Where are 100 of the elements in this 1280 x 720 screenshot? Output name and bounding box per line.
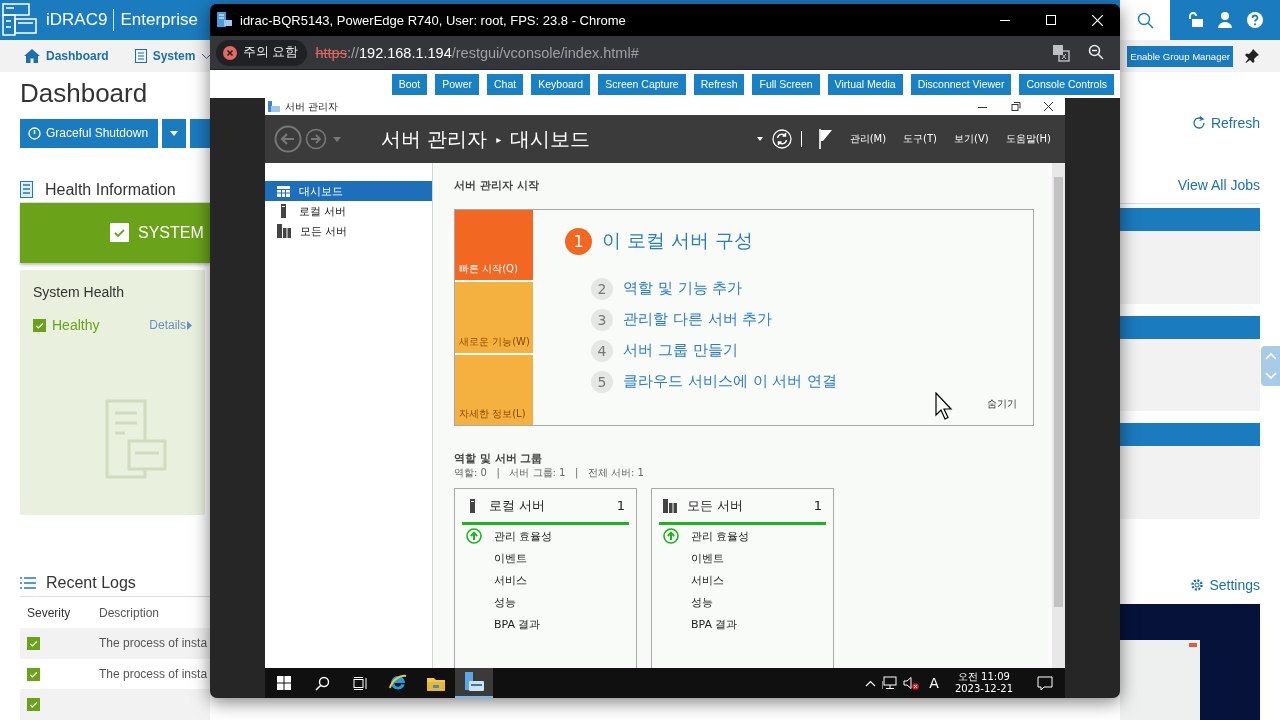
quick-start-tab[interactable]: 빠른 시작(Q) xyxy=(455,210,533,281)
console-toolbar-button[interactable]: Power xyxy=(435,73,480,95)
nav-item[interactable]: Dashboard xyxy=(24,49,109,63)
role-summary: 역할: 0 | 서버 그룹: 1 | 전체 서버: 1 xyxy=(454,466,645,480)
dashboard-icon xyxy=(277,185,290,197)
console-toolbar-button[interactable]: Full Screen xyxy=(752,73,820,95)
refresh-icon xyxy=(1191,116,1206,130)
group-manager-button[interactable]: Enable Group Manager xyxy=(1127,45,1233,67)
console-preview[interactable] xyxy=(1120,604,1260,720)
dropdown-button[interactable] xyxy=(162,119,187,148)
card-item[interactable]: 이벤트 xyxy=(494,550,527,566)
console-toolbar-button[interactable]: Keyboard xyxy=(531,73,591,95)
banner-text: SYSTEM xyxy=(138,223,204,242)
idrac-logo-icon xyxy=(2,3,38,37)
card-title[interactable]: 모든 서버 xyxy=(687,496,744,515)
list-panel-icon xyxy=(20,181,33,199)
card-item[interactable]: 서비스 xyxy=(494,572,527,588)
padlock-icon[interactable] xyxy=(1187,12,1204,28)
nav-item[interactable]: 로컬 서버 xyxy=(265,201,432,221)
refresh-link[interactable]: Refresh xyxy=(1191,112,1260,134)
step-link[interactable]: 4 서버 그룹 만들기 xyxy=(591,335,1033,366)
server-count: 1 xyxy=(616,498,626,513)
back-icon[interactable] xyxy=(274,125,302,153)
step-link[interactable]: 1 이 로컬 서버 구성 xyxy=(565,226,1033,256)
menu-item[interactable]: 도구(T) xyxy=(903,132,937,146)
card-item[interactable]: 관리 효율성 xyxy=(691,528,750,544)
window-title: idrac-BQR5143, PowerEdge R740, User: root, FPS: 23.8 - Chrome xyxy=(240,12,626,28)
console-toolbar-button[interactable]: Boot xyxy=(391,73,428,95)
breadcrumb-item[interactable]: 서버 관리자 xyxy=(381,125,488,153)
column-header: Severity xyxy=(26,605,72,620)
taskbar-button[interactable] xyxy=(455,668,493,698)
caret-icon[interactable] xyxy=(756,137,763,141)
card-item[interactable]: 성능 xyxy=(494,594,516,610)
console-toolbar-button[interactable]: Disconnect Viewer xyxy=(910,73,1012,95)
card-item[interactable]: 서비스 xyxy=(691,572,724,588)
section-title: Recent Logs xyxy=(46,574,136,593)
refresh-icon[interactable] xyxy=(771,129,792,149)
error-icon xyxy=(223,45,237,60)
network-icon[interactable] xyxy=(882,676,898,690)
flag-icon[interactable] xyxy=(818,129,833,149)
card-item[interactable]: 이벤트 xyxy=(691,550,724,566)
breadcrumb-item[interactable]: 대시보드 xyxy=(510,125,591,153)
servers-icon xyxy=(277,224,291,238)
scrollbar[interactable] xyxy=(1052,163,1065,668)
card-item[interactable]: 관리 효율성 xyxy=(494,528,553,544)
settings-icon xyxy=(1190,578,1205,592)
forward-icon[interactable] xyxy=(305,128,327,150)
clock[interactable]: 오전 11:09 2023-12-21 xyxy=(948,671,1019,695)
product-name: iDRAC9 xyxy=(46,10,108,30)
translate-icon[interactable] xyxy=(1052,43,1070,62)
input-method-indicator[interactable]: A xyxy=(929,675,939,691)
help-icon[interactable] xyxy=(1246,12,1263,28)
notification-icon[interactable] xyxy=(1037,675,1053,691)
quick-start-tab[interactable]: 자세한 정보(L) xyxy=(455,354,533,425)
card-item[interactable]: BPA 결과 xyxy=(494,616,541,632)
home-icon xyxy=(24,49,40,63)
chevron-up-icon[interactable] xyxy=(865,679,877,687)
nav-item[interactable]: 대시보드 xyxy=(265,181,432,201)
list-icon xyxy=(134,49,147,63)
console-toolbar-button[interactable]: Console Controls xyxy=(1019,73,1114,95)
card-title[interactable]: 로컬 서버 xyxy=(489,496,546,515)
list-icon xyxy=(20,577,36,590)
console-toolbar-button[interactable]: Chat xyxy=(487,73,524,95)
menu-item[interactable]: 보기(V) xyxy=(954,132,989,146)
step-link[interactable]: 2 역할 및 기능 추가 xyxy=(591,273,1033,304)
minimize-icon xyxy=(1000,19,1010,21)
table-cell: The process of insta xyxy=(99,636,208,651)
security-chip[interactable]: 주의 요함 xyxy=(216,39,308,66)
hide-link[interactable]: 숨기기 xyxy=(987,397,1017,411)
search-icon[interactable] xyxy=(1136,11,1154,29)
user-icon[interactable] xyxy=(1218,12,1232,28)
menu-item[interactable]: 도움말(H) xyxy=(1005,132,1051,146)
console-toolbar-button[interactable]: Virtual Media xyxy=(827,73,903,95)
details-link[interactable]: Details xyxy=(149,318,192,333)
panel-title: System Health xyxy=(33,284,126,301)
card-item[interactable]: 성능 xyxy=(691,594,713,610)
section-title: 역할 및 서버 그룹 xyxy=(454,452,544,466)
pin-icon[interactable] xyxy=(1245,49,1259,63)
table-cell: The process of insta xyxy=(99,667,208,681)
url-field[interactable]: https://192.168.1.194/restgui/vconsole/index.html# xyxy=(315,44,639,61)
task-view-icon xyxy=(352,676,368,690)
server-manager-icon xyxy=(463,672,485,692)
breadcrumb-separator: ▸ xyxy=(496,133,502,145)
settings-link[interactable]: Settings xyxy=(1190,574,1260,596)
cursor-icon xyxy=(935,392,955,422)
console-toolbar-button[interactable]: Screen Capture xyxy=(598,73,686,95)
nav-item[interactable]: System xyxy=(134,49,213,63)
graceful-shutdown-button[interactable]: Graceful Shutdown xyxy=(20,119,158,148)
windows-icon xyxy=(277,676,291,690)
server-count: 1 xyxy=(813,498,823,513)
step-link[interactable]: 5 클라우드 서비스에 이 서버 연결 xyxy=(591,366,1033,397)
volume-icon[interactable] xyxy=(903,676,920,690)
menu-item[interactable]: 관리(M) xyxy=(849,132,887,146)
step-link[interactable]: 3 관리할 다른 서버 추가 xyxy=(591,304,1033,335)
quick-start-tab[interactable]: 새로운 기능(W) xyxy=(455,282,533,353)
nav-item[interactable]: 모든 서버 xyxy=(265,221,432,241)
caret-icon xyxy=(170,130,179,136)
card-item[interactable]: BPA 결과 xyxy=(691,616,738,632)
console-toolbar-button[interactable]: Refresh xyxy=(693,73,745,95)
zoom-icon[interactable] xyxy=(1088,43,1104,60)
